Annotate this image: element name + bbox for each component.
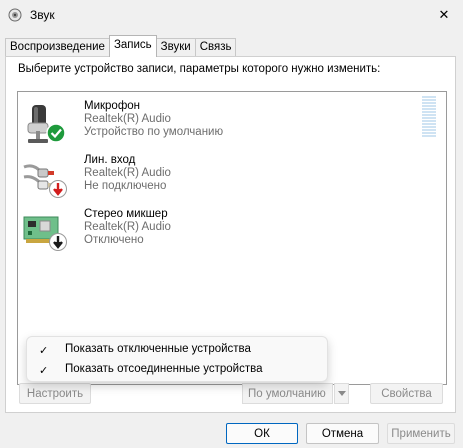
device-name: Стерео микшер	[84, 208, 168, 220]
speaker-icon	[8, 8, 22, 22]
green-check-badge	[46, 123, 66, 143]
set-default-dropdown[interactable]	[334, 383, 349, 404]
device-driver: Realtek(R) Audio	[84, 221, 171, 233]
title-bar: Звук ✕	[0, 0, 463, 31]
device-driver: Realtek(R) Audio	[84, 113, 171, 125]
device-status: Не подключено	[84, 180, 167, 192]
chevron-down-icon	[337, 390, 346, 396]
check-icon: ✓	[39, 365, 49, 377]
set-default-split-button[interactable]: По умолчанию	[242, 383, 349, 404]
apply-button[interactable]: Применить	[387, 423, 455, 444]
list-item-stereo-mix[interactable]: Стерео микшер Realtek(R) Audio Отключено	[20, 206, 400, 258]
tab-communications[interactable]: Связь	[194, 38, 237, 57]
line-in-jack-icon	[23, 164, 67, 198]
close-button[interactable]: ✕	[431, 3, 457, 27]
black-down-arrow-badge	[49, 233, 67, 251]
microphone-icon	[27, 105, 66, 143]
menu-item-show-disabled[interactable]: ✓ Показать отключенные устройства	[27, 340, 327, 360]
device-status: Отключено	[84, 234, 144, 246]
context-menu: ✓ Показать отключенные устройства ✓ Пока…	[26, 336, 328, 382]
device-name: Лин. вход	[84, 154, 136, 166]
menu-item-label: Показать отсоединенные устройства	[65, 363, 263, 375]
menu-item-show-disconnected[interactable]: ✓ Показать отсоединенные устройства	[27, 360, 327, 380]
device-driver: Realtek(R) Audio	[84, 167, 171, 179]
window-title: Звук	[30, 8, 55, 22]
menu-item-label: Показать отключенные устройства	[65, 343, 251, 355]
ok-button[interactable]: ОК	[226, 423, 298, 444]
list-item-microphone[interactable]: Микрофон Realtek(R) Audio Устройство по …	[20, 98, 400, 150]
instruction-text: Выберите устройство записи, параметры ко…	[18, 63, 381, 75]
close-icon: ✕	[438, 7, 450, 22]
device-status: Устройство по умолчанию	[84, 126, 224, 138]
tab-playback[interactable]: Воспроизведение	[5, 38, 110, 57]
level-meter	[422, 96, 436, 140]
tab-strip: Воспроизведение Запись Звуки Связь	[5, 35, 237, 57]
tab-recording[interactable]: Запись	[108, 35, 157, 57]
tab-sounds[interactable]: Звуки	[155, 38, 196, 57]
sound-card-icon	[23, 216, 67, 251]
device-name: Микрофон	[84, 100, 141, 112]
configure-button[interactable]: Настроить	[19, 383, 91, 404]
set-default-button[interactable]: По умолчанию	[242, 383, 333, 404]
cancel-button[interactable]: Отмена	[306, 423, 379, 444]
red-down-arrow-badge	[49, 180, 67, 198]
list-item-line-in[interactable]: Лин. вход Realtek(R) Audio Не подключено	[20, 152, 400, 204]
properties-button[interactable]: Свойства	[370, 383, 443, 404]
check-icon: ✓	[39, 345, 49, 357]
